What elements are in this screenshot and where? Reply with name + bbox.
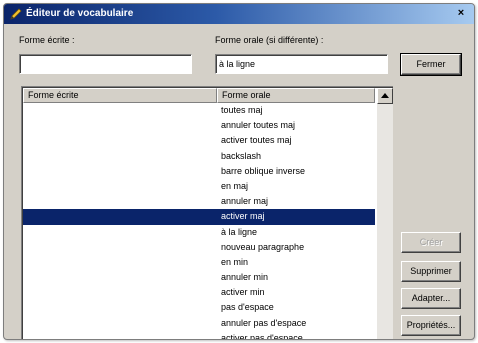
window-title: Éditeur de vocabulaire <box>26 8 134 19</box>
spoken-form-cell: barre oblique inverse <box>221 165 306 176</box>
list-item[interactable]: nouveau paragraphe <box>23 240 375 255</box>
column-header-written[interactable]: Forme écrite <box>23 88 217 103</box>
spoken-form-cell: activer maj <box>221 211 265 222</box>
list-item[interactable]: barre oblique inverse <box>23 164 375 179</box>
vocabulary-list[interactable]: Forme écrite Forme orale toutes maj annul… <box>21 86 393 340</box>
spoken-form-cell: à la ligne <box>221 226 258 237</box>
list-item[interactable]: activer toutes maj <box>23 133 375 148</box>
list-item[interactable]: à la ligne <box>23 225 375 240</box>
list-item[interactable]: annuler pas d'espace <box>23 316 375 331</box>
spoken-form-cell: nouveau paragraphe <box>221 241 305 252</box>
spoken-form-cell: activer toutes maj <box>221 135 292 146</box>
spoken-form-cell: annuler min <box>221 272 269 283</box>
list-item[interactable]: pas d'espace <box>23 300 375 315</box>
list-item[interactable]: backslash <box>23 149 375 164</box>
vocabulary-editor-dialog: Éditeur de vocabulaire × Forme écrite : … <box>3 3 475 340</box>
spoken-form-cell: backslash <box>221 150 262 161</box>
list-rows: toutes maj annuler toutes maj activer tout… <box>23 103 375 340</box>
written-form-input[interactable] <box>19 54 192 74</box>
create-button[interactable]: Créer <box>401 232 461 253</box>
close-button[interactable]: Fermer <box>400 53 462 76</box>
adapt-button[interactable]: Adapter... <box>401 288 461 309</box>
column-header-spoken[interactable]: Forme orale <box>217 88 375 103</box>
list-item[interactable]: annuler maj <box>23 194 375 209</box>
spoken-form-cell: pas d'espace <box>221 302 274 313</box>
spoken-form-cell: en min <box>221 256 249 267</box>
title-bar[interactable]: Éditeur de vocabulaire × <box>4 4 474 24</box>
list-item[interactable]: annuler toutes maj <box>23 118 375 133</box>
written-form-label: Forme écrite : <box>19 35 75 45</box>
pencil-icon <box>10 8 22 20</box>
delete-button[interactable]: Supprimer <box>401 261 461 282</box>
spoken-form-label: Forme orale (si différente) : <box>215 35 324 45</box>
spoken-form-cell: toutes maj <box>221 105 263 115</box>
list-item[interactable]: en min <box>23 255 375 270</box>
list-item[interactable]: activer pas d'espace <box>23 331 375 340</box>
spoken-form-cell: activer pas d'espace <box>221 332 303 340</box>
spoken-form-cell: annuler maj <box>221 196 269 207</box>
list-item[interactable]: activer maj <box>23 209 375 225</box>
scroll-up-button[interactable] <box>377 88 393 104</box>
list-item[interactable]: en maj <box>23 179 375 194</box>
list-header: Forme écrite Forme orale <box>23 88 375 103</box>
list-item[interactable]: toutes maj <box>23 103 375 118</box>
list-item[interactable]: annuler min <box>23 270 375 285</box>
spoken-form-input[interactable]: à la ligne <box>215 54 388 74</box>
vertical-scrollbar[interactable] <box>377 88 393 339</box>
spoken-form-cell: activer min <box>221 287 265 298</box>
spoken-form-cell: annuler toutes maj <box>221 120 296 131</box>
close-window-button[interactable]: × <box>452 6 470 21</box>
spoken-form-cell: annuler pas d'espace <box>221 317 307 328</box>
list-item[interactable]: activer min <box>23 285 375 300</box>
scroll-up-arrow-icon <box>381 93 389 98</box>
spoken-form-cell: en maj <box>221 180 249 191</box>
properties-button[interactable]: Propriétés... <box>401 315 461 336</box>
